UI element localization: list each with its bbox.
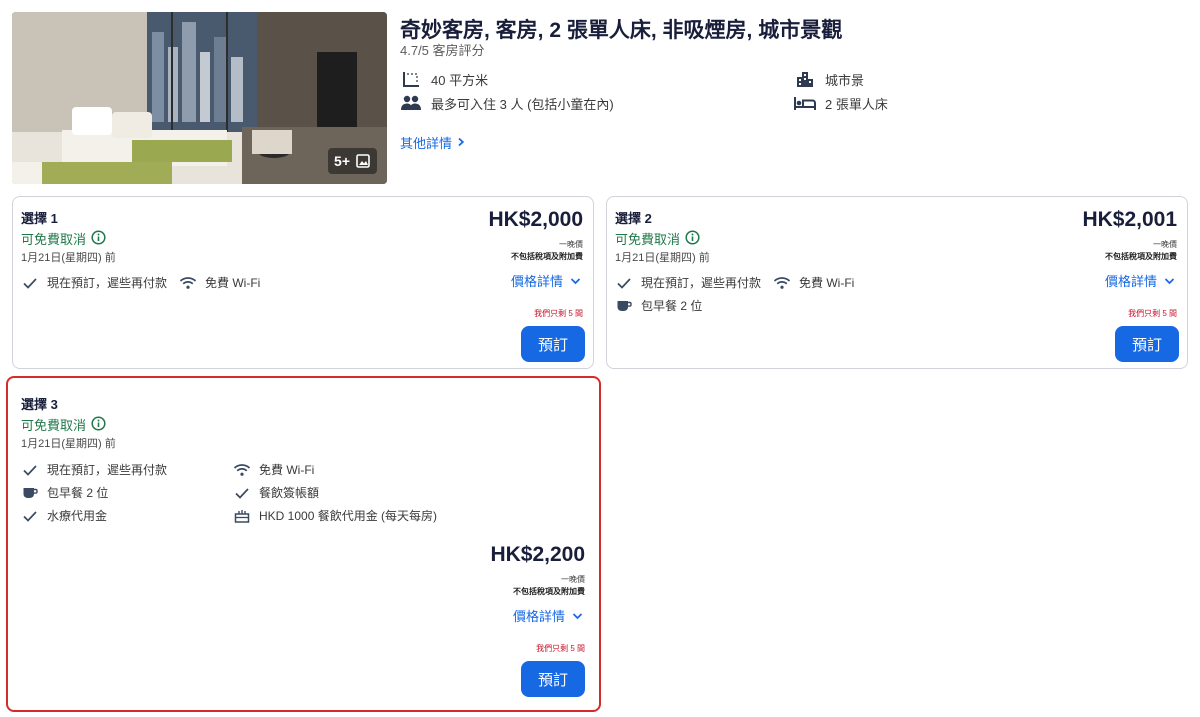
price-details-label: 價格詳情 [512,609,565,624]
check-icon [21,275,39,291]
chevron-down-icon [1164,273,1175,288]
free-cancellation-label: 可免費取消 [21,232,87,247]
info-icon[interactable] [91,415,106,434]
price-details-link[interactable]: 價格詳情 [513,606,583,625]
wifi-icon [179,275,197,291]
price-details-link[interactable]: 價格詳情 [1105,271,1175,290]
price: HK$2,000 [488,208,583,231]
price: HK$2,001 [1082,208,1177,231]
amenity-occupancy-label: 最多可入住 3 人 (包括小童在內) [431,96,614,112]
feature-label: HKD 1000 餐飲代用金 (每天每房) [259,509,438,523]
cancellation-deadline: 1月21日(星期四) 前 [615,252,710,264]
info-icon[interactable] [91,229,106,248]
feature-wifi: 免費 Wi-Fi [233,461,314,478]
free-cancellation: 可免費取消 [21,415,106,434]
cancellation-deadline: 1月21日(星期四) 前 [21,438,116,450]
feature-label: 包早餐 2 位 [641,299,703,313]
feature-label: 包早餐 2 位 [47,486,109,500]
feature-label: 現在預訂，遲些再付款 [641,276,762,290]
amenity-size-label: 40 平方米 [431,72,489,88]
option-card-2: 選擇 2 可免費取消 1月21日(星期四) 前 現在預訂，遲些再付款 免費 Wi… [606,196,1188,369]
scarcity-notice: 我們只剩 5 間 [536,644,585,653]
price-details-label: 價格詳情 [510,274,563,289]
people-icon [400,93,422,113]
amenity-beds: 2 張單人床 [794,93,888,113]
scarcity-notice: 我們只剩 5 間 [1128,309,1177,318]
city-icon [794,69,816,89]
floor-area-icon [400,69,422,89]
free-cancellation: 可免費取消 [21,229,106,248]
feature-label: 現在預訂，遲些再付款 [47,276,168,290]
tax-note: 不包括稅項及附加費 [1105,252,1177,261]
info-icon[interactable] [685,229,700,248]
chevron-right-icon [456,135,466,150]
check-icon [615,275,633,291]
per-night-label: 一晚價 [561,575,585,584]
feature-label: 免費 Wi-Fi [259,463,315,477]
option-card-3: 選擇 3 可免費取消 1月21日(星期四) 前 現在預訂，遲些再付款 免費 Wi… [6,376,601,712]
amenity-occupancy: 最多可入住 3 人 (包括小童在內) [400,93,614,113]
book-button[interactable]: 預訂 [521,661,585,697]
tax-note: 不包括稅項及附加費 [513,587,585,596]
feature-breakfast: 包早餐 2 位 [615,297,702,314]
option-card-1: 選擇 1 可免費取消 1月21日(星期四) 前 現在預訂，遲些再付款 免費 Wi… [12,196,594,369]
coffee-icon [21,485,39,501]
photo-count: 5+ [334,153,350,169]
amenity-view-label: 城市景 [825,72,865,88]
cancellation-deadline: 1月21日(星期四) 前 [21,252,116,264]
chevron-down-icon [572,608,583,623]
more-details-link[interactable]: 其他詳情 [400,133,466,152]
feature-spa-voucher: 水療代用金 [21,507,107,524]
feature-label: 免費 Wi-Fi [205,276,261,290]
room-rating: 4.7/5 客房評分 [400,43,485,58]
chevron-down-icon [570,273,581,288]
option-title: 選擇 2 [615,211,652,226]
per-night-label: 一晚價 [1153,240,1177,249]
bed-icon [794,93,816,113]
feature-wifi: 免費 Wi-Fi [179,274,260,291]
photo-count-badge[interactable]: 5+ [328,148,377,174]
price-details-label: 價格詳情 [1104,274,1157,289]
feature-breakfast: 包早餐 2 位 [21,484,108,501]
more-details-label: 其他詳情 [400,136,453,151]
amenity-beds-label: 2 張單人床 [825,96,888,112]
scarcity-notice: 我們只剩 5 間 [534,309,583,318]
free-cancellation: 可免費取消 [615,229,700,248]
gift-icon [233,508,251,524]
coffee-icon [615,298,633,314]
amenity-size: 40 平方米 [400,69,488,89]
per-night-label: 一晚價 [559,240,583,249]
amenity-view: 城市景 [794,69,864,89]
gallery-icon [355,153,371,169]
feature-wifi: 免費 Wi-Fi [773,274,854,291]
wifi-icon [233,462,251,478]
feature-dining-credit: 餐飲簽帳額 [233,484,319,501]
option-title: 選擇 1 [21,211,58,226]
feature-label: 免費 Wi-Fi [799,276,855,290]
feature-label: 餐飲簽帳額 [259,486,320,500]
book-button[interactable]: 預訂 [1115,326,1179,362]
price-details-link[interactable]: 價格詳情 [511,271,581,290]
wifi-icon [773,275,791,291]
check-icon [21,508,39,524]
feature-pay-later: 現在預訂，遲些再付款 [21,461,167,478]
free-cancellation-label: 可免費取消 [615,232,681,247]
tax-note: 不包括稅項及附加費 [511,252,583,261]
check-icon [21,462,39,478]
book-button[interactable]: 預訂 [521,326,585,362]
feature-label: 現在預訂，遲些再付款 [47,463,168,477]
room-photo[interactable]: 5+ [12,12,387,184]
price: HK$2,200 [490,543,585,566]
free-cancellation-label: 可免費取消 [21,418,87,433]
feature-pay-later: 現在預訂，遲些再付款 [21,274,167,291]
option-title: 選擇 3 [21,397,58,412]
feature-food-voucher: HKD 1000 餐飲代用金 (每天每房) [233,507,437,524]
check-icon [233,485,251,501]
feature-label: 水療代用金 [47,509,108,523]
feature-pay-later: 現在預訂，遲些再付款 [615,274,761,291]
